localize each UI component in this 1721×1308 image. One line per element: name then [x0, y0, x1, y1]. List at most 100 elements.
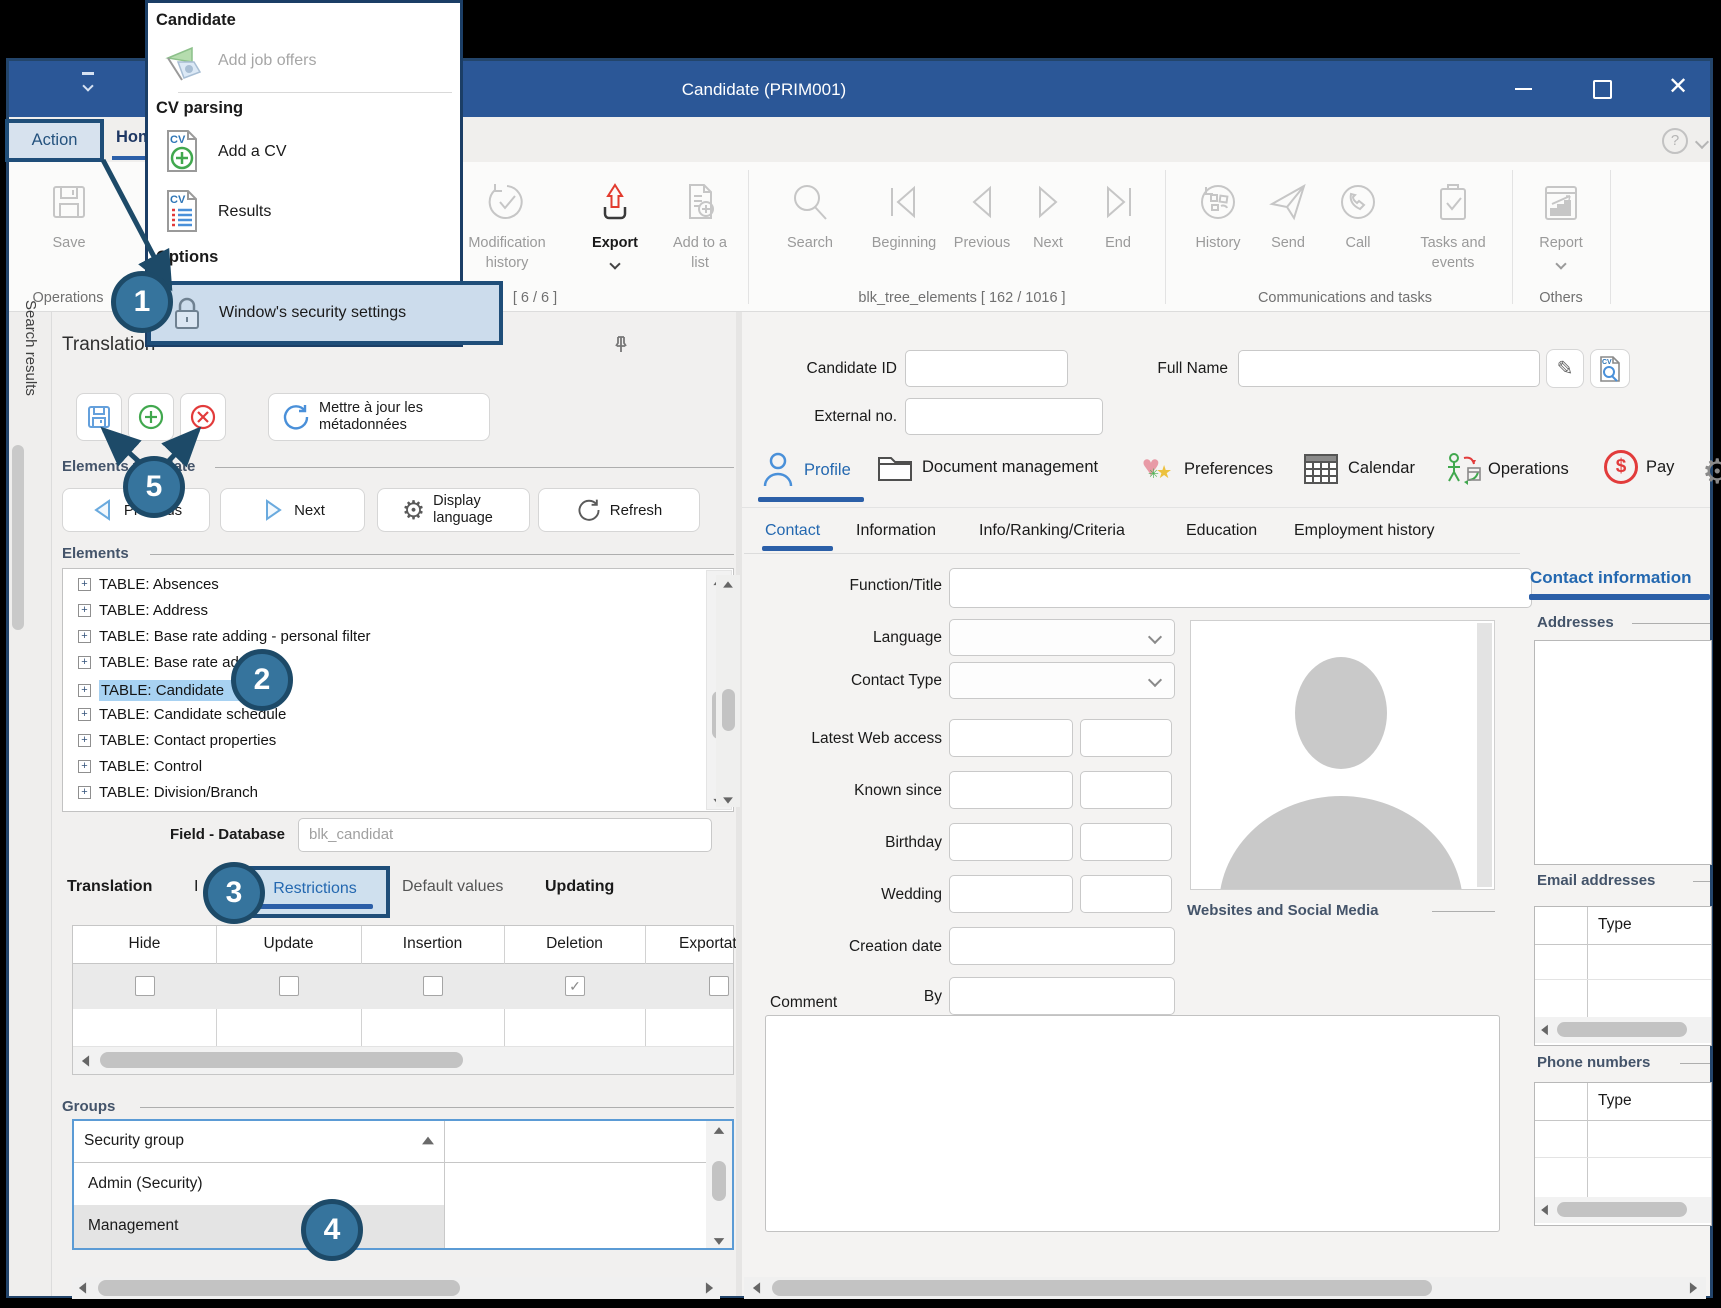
- scroll-left-icon[interactable]: [82, 1055, 89, 1066]
- subtab-contact[interactable]: Contact: [765, 522, 820, 540]
- edit-full-name-button[interactable]: ✎: [1546, 349, 1584, 388]
- tab-calendar[interactable]: Calendar: [1302, 450, 1415, 486]
- tree-row[interactable]: +TABLE: Contact properties: [78, 732, 276, 749]
- language-select[interactable]: [949, 619, 1175, 656]
- scroll-down-icon[interactable]: [723, 797, 733, 803]
- cv-search-button[interactable]: CV: [1590, 349, 1630, 388]
- expand-icon[interactable]: +: [78, 578, 91, 591]
- menu-item-add-a-cv[interactable]: CV Add a CV: [162, 124, 460, 180]
- scroll-right-icon[interactable]: [1690, 1282, 1697, 1293]
- beginning-button[interactable]: Beginning: [862, 180, 946, 270]
- menu-item-window-security-settings[interactable]: Window's security settings: [147, 281, 503, 345]
- quick-access-icon[interactable]: [82, 72, 94, 95]
- history-button[interactable]: History: [1186, 180, 1250, 270]
- sidebar-scrollbar-thumb[interactable]: [12, 445, 24, 630]
- column-header-insertion[interactable]: Insertion: [361, 935, 504, 953]
- subtab-education[interactable]: Education: [1186, 522, 1257, 540]
- wedding-extra-input[interactable]: [1080, 875, 1172, 913]
- known-since-date-input[interactable]: [949, 771, 1073, 809]
- groups-scrollbar[interactable]: [706, 1121, 732, 1248]
- group-row-management[interactable]: Management: [88, 1217, 178, 1235]
- deletion-checkbox-checked[interactable]: ✓: [565, 976, 585, 996]
- next-button[interactable]: Next: [1022, 180, 1074, 270]
- call-button[interactable]: Call: [1330, 180, 1386, 270]
- candidate-photo[interactable]: [1190, 620, 1495, 890]
- restrictions-scrollbar-thumb[interactable]: [100, 1052, 463, 1068]
- column-header-deletion[interactable]: Deletion: [504, 935, 645, 953]
- function-title-input[interactable]: [949, 568, 1532, 608]
- expand-icon[interactable]: +: [78, 708, 91, 721]
- minimize-button[interactable]: [1505, 75, 1541, 103]
- tree-row[interactable]: +TABLE: Division/Branch: [78, 784, 258, 801]
- tab-translation[interactable]: Translation: [67, 878, 152, 896]
- creation-date-input[interactable]: [949, 927, 1175, 965]
- column-header-hide[interactable]: Hide: [73, 935, 216, 953]
- tree-row[interactable]: +TABLE: Absences: [78, 576, 219, 593]
- comment-textarea[interactable]: [765, 1015, 1500, 1232]
- right-panel-scrollbar[interactable]: [744, 1277, 1706, 1299]
- hide-checkbox[interactable]: [135, 976, 155, 996]
- left-panel-scrollbar-thumb[interactable]: [98, 1280, 460, 1296]
- menu-item-results[interactable]: CV Results: [162, 184, 460, 240]
- delete-translation-button[interactable]: [180, 393, 226, 441]
- expand-icon[interactable]: +: [78, 684, 91, 697]
- pin-icon[interactable]: [610, 334, 632, 356]
- known-since-time-input[interactable]: [1080, 771, 1172, 809]
- tab-partially-hidden[interactable]: I: [194, 878, 198, 896]
- save-translation-button[interactable]: [76, 393, 122, 441]
- update-checkbox[interactable]: [279, 976, 299, 996]
- groups-scrollbar-thumb[interactable]: [712, 1161, 726, 1201]
- email-type-column-header[interactable]: Type: [1598, 916, 1632, 934]
- external-no-input[interactable]: [905, 398, 1103, 435]
- menu-item-add-job-offers[interactable]: Add job offers: [160, 36, 460, 86]
- security-group-column-header[interactable]: Security group: [84, 1132, 184, 1150]
- export-button[interactable]: Export: [584, 180, 646, 280]
- contact-type-select[interactable]: [949, 662, 1175, 699]
- phone-table-scrollbar-thumb[interactable]: [1557, 1202, 1687, 1217]
- add-translation-button[interactable]: [128, 393, 174, 441]
- report-button[interactable]: Report: [1530, 180, 1592, 280]
- previous-button[interactable]: Previous: [946, 180, 1018, 270]
- wedding-date-input[interactable]: [949, 875, 1073, 913]
- restrictions-scrollbar[interactable]: [73, 1047, 733, 1074]
- tree-row[interactable]: +TABLE: Base rate adding - personal filt…: [78, 628, 371, 645]
- exportation-checkbox[interactable]: [709, 976, 729, 996]
- column-header-update[interactable]: Update: [216, 935, 361, 953]
- refresh-elements-button[interactable]: Refresh: [538, 488, 700, 532]
- phone-numbers-table[interactable]: Type: [1534, 1082, 1712, 1226]
- action-tab[interactable]: Action: [5, 119, 104, 162]
- scroll-left-icon[interactable]: [79, 1282, 86, 1293]
- close-button[interactable]: ✕: [1660, 72, 1696, 102]
- insertion-checkbox[interactable]: [423, 976, 443, 996]
- tab-settings-partial[interactable]: ⚙: [1702, 452, 1721, 492]
- tab-preferences[interactable]: ♥ ★ ✳ Preferences: [1142, 450, 1273, 488]
- tab-pay[interactable]: $ Pay: [1604, 450, 1674, 484]
- subtab-info-ranking-criteria[interactable]: Info/Ranking/Criteria: [979, 522, 1125, 540]
- search-button[interactable]: Search: [778, 180, 842, 270]
- email-table-scrollbar-thumb[interactable]: [1557, 1022, 1687, 1037]
- scroll-up-icon[interactable]: [714, 1127, 725, 1134]
- expand-icon[interactable]: +: [78, 656, 91, 669]
- subtab-information[interactable]: Information: [856, 522, 936, 540]
- scroll-left-icon[interactable]: [1541, 1205, 1548, 1216]
- tab-profile[interactable]: Profile: [760, 450, 851, 490]
- save-button[interactable]: Save: [40, 180, 98, 260]
- next-element-button[interactable]: Next: [220, 488, 365, 532]
- expand-icon[interactable]: +: [78, 604, 91, 617]
- scroll-right-icon[interactable]: [706, 1282, 713, 1293]
- group-row-admin[interactable]: Admin (Security): [88, 1175, 203, 1193]
- expand-icon[interactable]: +: [78, 734, 91, 747]
- full-name-input[interactable]: [1238, 350, 1540, 387]
- tab-document-management[interactable]: Document management: [876, 450, 1098, 484]
- scroll-left-icon[interactable]: [753, 1282, 760, 1293]
- email-addresses-table[interactable]: Type: [1534, 906, 1712, 1046]
- birthday-date-input[interactable]: [949, 823, 1073, 861]
- update-metadata-button[interactable]: Mettre à jour les métadonnées: [268, 393, 490, 441]
- candidate-id-input[interactable]: [905, 350, 1068, 387]
- ribbon-collapse-chevron-icon[interactable]: [1697, 134, 1707, 152]
- phone-table-scrollbar[interactable]: [1535, 1197, 1711, 1223]
- tab-updating[interactable]: Updating: [545, 878, 614, 896]
- expand-icon[interactable]: +: [78, 760, 91, 773]
- tab-operations[interactable]: Operations: [1444, 450, 1569, 488]
- expand-icon[interactable]: +: [78, 630, 91, 643]
